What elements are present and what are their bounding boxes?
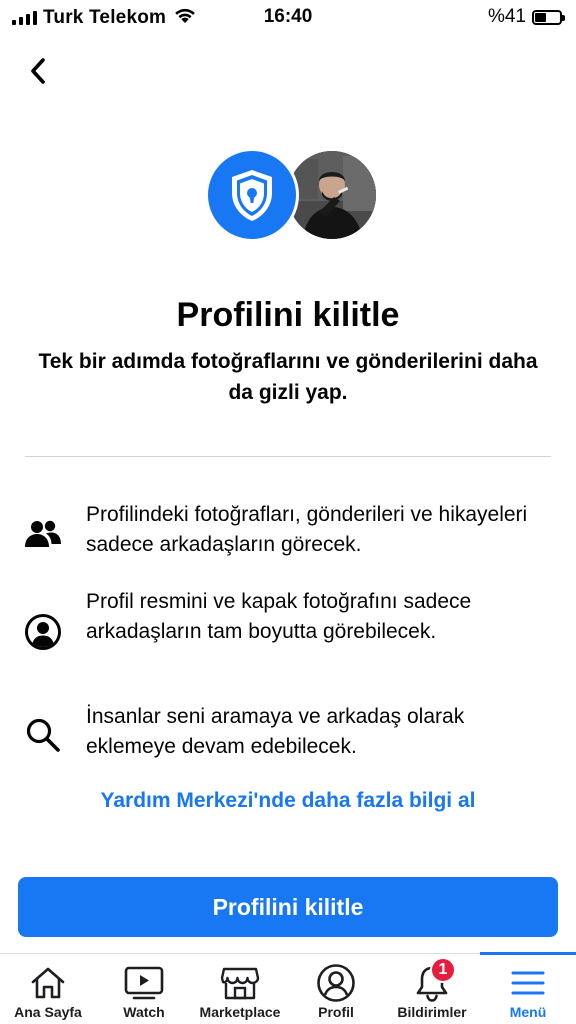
marketplace-icon <box>218 963 262 1003</box>
tab-bar: Ana Sayfa Watch Marketplace Profil 1 Bil… <box>0 952 576 1024</box>
tab-home[interactable]: Ana Sayfa <box>0 954 96 1024</box>
feature-icon-wrap <box>0 702 86 762</box>
feature-icon-wrap <box>0 500 86 560</box>
avatar <box>285 148 379 242</box>
status-right: %41 <box>487 6 565 28</box>
battery-icon <box>532 9 565 25</box>
tab-notifications[interactable]: 1 Bildirimler <box>384 954 480 1024</box>
help-center-link[interactable]: Yardım Merkezi'nde daha fazla bilgi al <box>0 789 576 813</box>
feature-icon-wrap <box>0 587 86 652</box>
notification-badge: 1 <box>430 957 456 983</box>
feature-text: Profil resmini ve kapak fotoğrafını sade… <box>86 590 472 643</box>
feature-item-friends: Profilindeki fotoğrafları, gönderileri v… <box>0 500 576 560</box>
feature-text: Profilindeki fotoğrafları, gönderileri v… <box>86 503 528 556</box>
watch-icon <box>122 963 166 1003</box>
feature-text: İnsanlar seni aramaya ve arkadaş olarak … <box>86 705 465 758</box>
divider <box>25 456 551 457</box>
tab-label: Watch <box>123 1004 165 1020</box>
tab-label: Menü <box>509 1004 547 1020</box>
friends-icon <box>23 514 63 554</box>
battery-fill <box>535 12 546 22</box>
feature-item-search: İnsanlar seni aramaya ve arkadaş olarak … <box>0 702 576 762</box>
tab-label: Bildirimler <box>397 1004 467 1020</box>
chevron-left-icon <box>31 58 45 84</box>
back-button[interactable] <box>22 55 54 87</box>
status-bar: Turk Telekom 16:40 %41 <box>0 0 576 34</box>
menu-icon <box>506 963 550 1003</box>
tab-label: Ana Sayfa <box>14 1004 82 1020</box>
lock-profile-button[interactable]: Profilini kilitle <box>18 877 558 937</box>
shield-lock-icon <box>232 170 272 221</box>
battery-percent: %41 <box>487 6 526 27</box>
bell-icon: 1 <box>410 957 456 1003</box>
page-subtitle: Tek bir adımda fotoğraflarını ve gönderi… <box>38 350 538 404</box>
active-tab-indicator <box>480 952 576 955</box>
tab-label: Profil <box>318 1004 354 1020</box>
hero-graphic <box>205 148 380 243</box>
tab-watch[interactable]: Watch <box>96 954 192 1024</box>
tab-label: Marketplace <box>199 1004 281 1020</box>
home-icon <box>26 963 70 1003</box>
shield-badge <box>205 148 299 242</box>
tab-marketplace[interactable]: Marketplace <box>192 954 288 1024</box>
tab-menu[interactable]: Menü <box>480 952 576 1024</box>
profile-icon <box>314 963 358 1003</box>
search-icon <box>23 715 63 755</box>
profile-circle-icon <box>23 612 63 652</box>
tab-profile[interactable]: Profil <box>288 954 384 1024</box>
feature-item-profile-photo: Profil resmini ve kapak fotoğrafını sade… <box>0 587 576 652</box>
page-title: Profilini kilitle <box>176 296 400 334</box>
